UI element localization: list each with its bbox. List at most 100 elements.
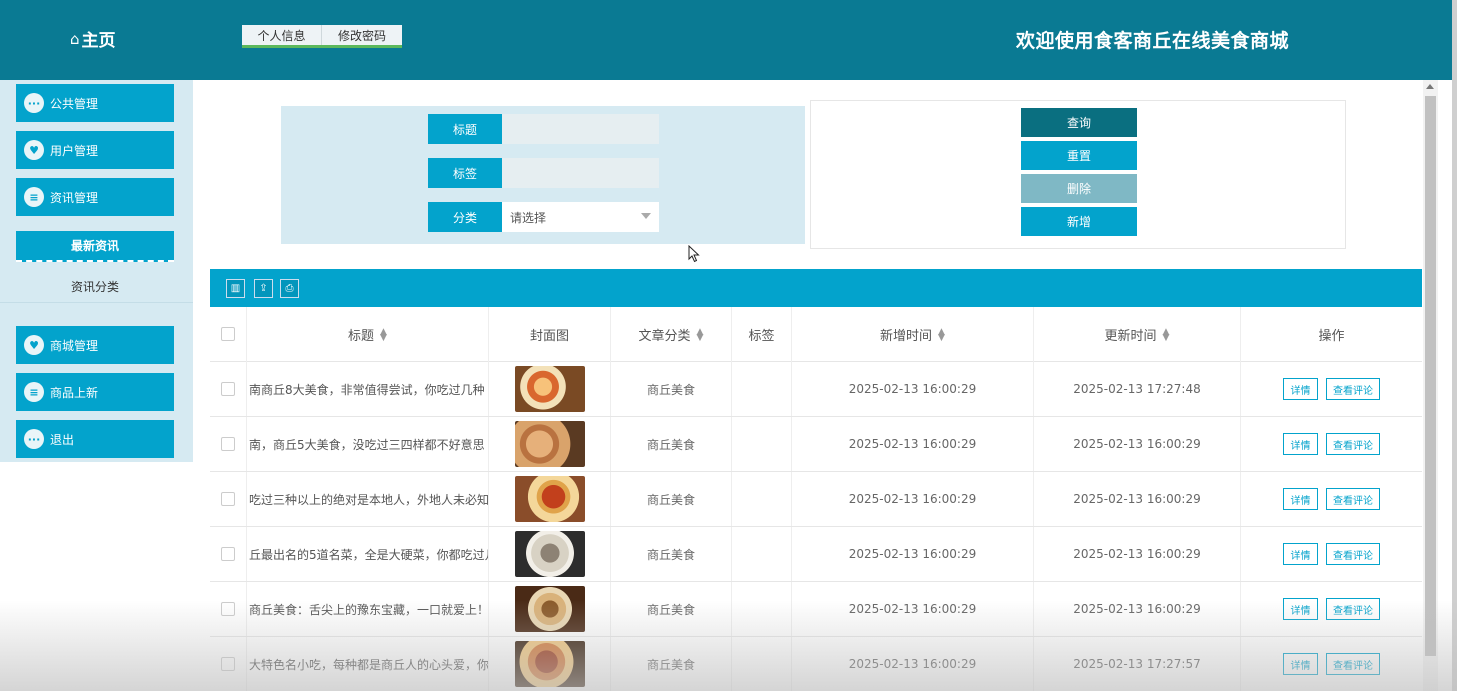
row-checkbox[interactable] — [221, 437, 235, 451]
sidebar-item-logout[interactable]: ··· 退出 — [16, 420, 174, 458]
col-created[interactable]: 新增时间 ▲ ▼ — [792, 307, 1034, 362]
row-category: 商丘美食 — [611, 637, 732, 691]
sidebar-item-mall[interactable]: ♥ 商城管理 — [16, 326, 174, 364]
columns-icon[interactable]: ▥ — [226, 279, 245, 298]
sort-icon[interactable]: ▲ ▼ — [938, 327, 945, 342]
view-comments-button[interactable]: 查看评论 — [1326, 488, 1380, 510]
col-title[interactable]: 标题 ▲ ▼ — [247, 307, 489, 362]
heart-icon: ♥ — [24, 335, 44, 355]
row-category: 商丘美食 — [611, 417, 732, 471]
detail-button[interactable]: 详情 — [1283, 543, 1318, 565]
row-tag — [732, 362, 792, 416]
col-cover: 封面图 — [489, 307, 611, 362]
row-ops: 详情 查看评论 — [1241, 362, 1422, 416]
sidebar-item-label: 商品上新 — [50, 385, 99, 400]
add-button[interactable]: 新增 — [1021, 207, 1137, 236]
col-tag: 标签 — [732, 307, 792, 362]
action-panel: 查询 重置 删除 新增 — [810, 100, 1346, 249]
tag-input[interactable] — [502, 158, 659, 188]
detail-button[interactable]: 详情 — [1283, 488, 1318, 510]
row-updated: 2025-02-13 17:27:48 — [1034, 362, 1241, 416]
heart-icon: ♥ — [24, 140, 44, 160]
tab-personal-info[interactable]: 个人信息 — [242, 25, 322, 45]
select-all-cell — [210, 307, 247, 362]
row-title: 丘最出名的5道名菜，全是大硬菜，你都吃过几 — [247, 527, 489, 581]
view-comments-button[interactable]: 查看评论 — [1326, 598, 1380, 620]
home-link[interactable]: ⌂ 主页 — [70, 26, 116, 52]
divider — [0, 302, 193, 303]
query-button[interactable]: 查询 — [1021, 108, 1137, 137]
scroll-up-icon[interactable] — [1426, 84, 1434, 89]
row-category: 商丘美食 — [611, 582, 732, 636]
sidebar-item-news[interactable]: ≡ 资讯管理 — [16, 178, 174, 216]
row-checkbox[interactable] — [221, 492, 235, 506]
row-tag — [732, 637, 792, 691]
sort-icon[interactable]: ▲ ▼ — [1163, 327, 1170, 342]
sidebar-item-users[interactable]: ♥ 用户管理 — [16, 131, 174, 169]
row-checkbox[interactable] — [221, 382, 235, 396]
cover-image — [514, 586, 585, 632]
table-row[interactable]: 南，商丘5大美食，没吃过三四样都不好意思 商丘美食 2025-02-13 16:00… — [210, 417, 1422, 472]
sidebar: ··· 公共管理 ♥ 用户管理 ≡ 资讯管理 最新资讯 资讯分类 ♥ 商城管理 … — [0, 80, 193, 462]
row-created: 2025-02-13 16:00:29 — [792, 472, 1034, 526]
sort-icon[interactable]: ▲ ▼ — [697, 327, 704, 342]
detail-button[interactable]: 详情 — [1283, 598, 1318, 620]
row-title: 南，商丘5大美食，没吃过三四样都不好意思 — [247, 417, 489, 471]
reset-button[interactable]: 重置 — [1021, 141, 1137, 170]
print-icon[interactable]: ⎙ — [280, 279, 299, 298]
row-ops: 详情 查看评论 — [1241, 582, 1422, 636]
sidebar-item-label: 商城管理 — [50, 338, 99, 353]
sidebar-item-new-products[interactable]: ≡ 商品上新 — [16, 373, 174, 411]
col-category-label: 文章分类 — [638, 329, 691, 344]
row-created: 2025-02-13 16:00:29 — [792, 637, 1034, 691]
row-select-cell — [210, 362, 247, 416]
table-row[interactable]: 吃过三种以上的绝对是本地人，外地人未必知道 商丘美食 2025-02-13 16:0… — [210, 472, 1422, 527]
sort-icon[interactable]: ▲ ▼ — [380, 327, 387, 342]
view-comments-button[interactable]: 查看评论 — [1326, 433, 1380, 455]
row-updated: 2025-02-13 16:00:29 — [1034, 417, 1241, 471]
view-comments-button[interactable]: 查看评论 — [1326, 378, 1380, 400]
col-ops-label: 操作 — [1318, 329, 1345, 344]
category-label: 分类 — [428, 202, 502, 232]
row-cover-cell — [489, 637, 611, 691]
row-title: 南商丘8大美食，非常值得尝试，你吃过几种 — [247, 362, 489, 416]
export-icon[interactable]: ⇪ — [254, 279, 273, 298]
category-select[interactable]: 请选择 — [502, 202, 659, 232]
row-select-cell — [210, 582, 247, 636]
table-row[interactable]: 商丘美食：舌尖上的豫东宝藏，一口就爱上！ 商丘美食 2025-02-13 16:00… — [210, 582, 1422, 637]
scroll-thumb[interactable] — [1425, 96, 1436, 656]
table-row[interactable]: 南商丘8大美食，非常值得尝试，你吃过几种 商丘美食 2025-02-13 16:00… — [210, 362, 1422, 417]
col-updated[interactable]: 更新时间 ▲ ▼ — [1034, 307, 1241, 362]
detail-button[interactable]: 详情 — [1283, 653, 1318, 675]
row-tag — [732, 527, 792, 581]
row-ops: 详情 查看评论 — [1241, 637, 1422, 691]
mouse-cursor-icon — [688, 245, 700, 263]
title-input[interactable] — [502, 114, 659, 144]
row-checkbox[interactable] — [221, 657, 235, 671]
category-placeholder: 请选择 — [510, 210, 547, 225]
submenu-latest-news[interactable]: 最新资讯 — [16, 231, 174, 262]
col-category[interactable]: 文章分类 ▲ ▼ — [611, 307, 732, 362]
submenu-news-category[interactable]: 资讯分类 — [16, 272, 174, 300]
table-header: 标题 ▲ ▼ 封面图 文章分类 ▲ ▼ 标签 新增时间 ▲ ▼ 更新时间 ▲ ▼ 操作 — [210, 307, 1422, 362]
row-ops: 详情 查看评论 — [1241, 417, 1422, 471]
row-tag — [732, 582, 792, 636]
col-tag-label: 标签 — [748, 329, 775, 344]
col-ops: 操作 — [1241, 307, 1422, 362]
view-comments-button[interactable]: 查看评论 — [1326, 543, 1380, 565]
row-select-cell — [210, 417, 247, 471]
view-comments-button[interactable]: 查看评论 — [1326, 653, 1380, 675]
detail-button[interactable]: 详情 — [1283, 378, 1318, 400]
scrollbar[interactable] — [1423, 80, 1438, 691]
delete-button[interactable]: 删除 — [1021, 174, 1137, 203]
tab-change-password[interactable]: 修改密码 — [322, 25, 402, 45]
sidebar-item-public[interactable]: ··· 公共管理 — [16, 84, 174, 122]
select-all-checkbox[interactable] — [221, 327, 235, 341]
welcome-title: 欢迎使用食客商丘在线美食商城 — [1016, 30, 1290, 52]
row-checkbox[interactable] — [221, 547, 235, 561]
window-edge — [1452, 0, 1457, 691]
row-checkbox[interactable] — [221, 602, 235, 616]
table-row[interactable]: 大特色名小吃，每种都是商丘人的心头爱，你 商丘美食 2025-02-13 16:00… — [210, 637, 1422, 691]
table-row[interactable]: 丘最出名的5道名菜，全是大硬菜，你都吃过几 商丘美食 2025-02-13 16:0… — [210, 527, 1422, 582]
detail-button[interactable]: 详情 — [1283, 433, 1318, 455]
